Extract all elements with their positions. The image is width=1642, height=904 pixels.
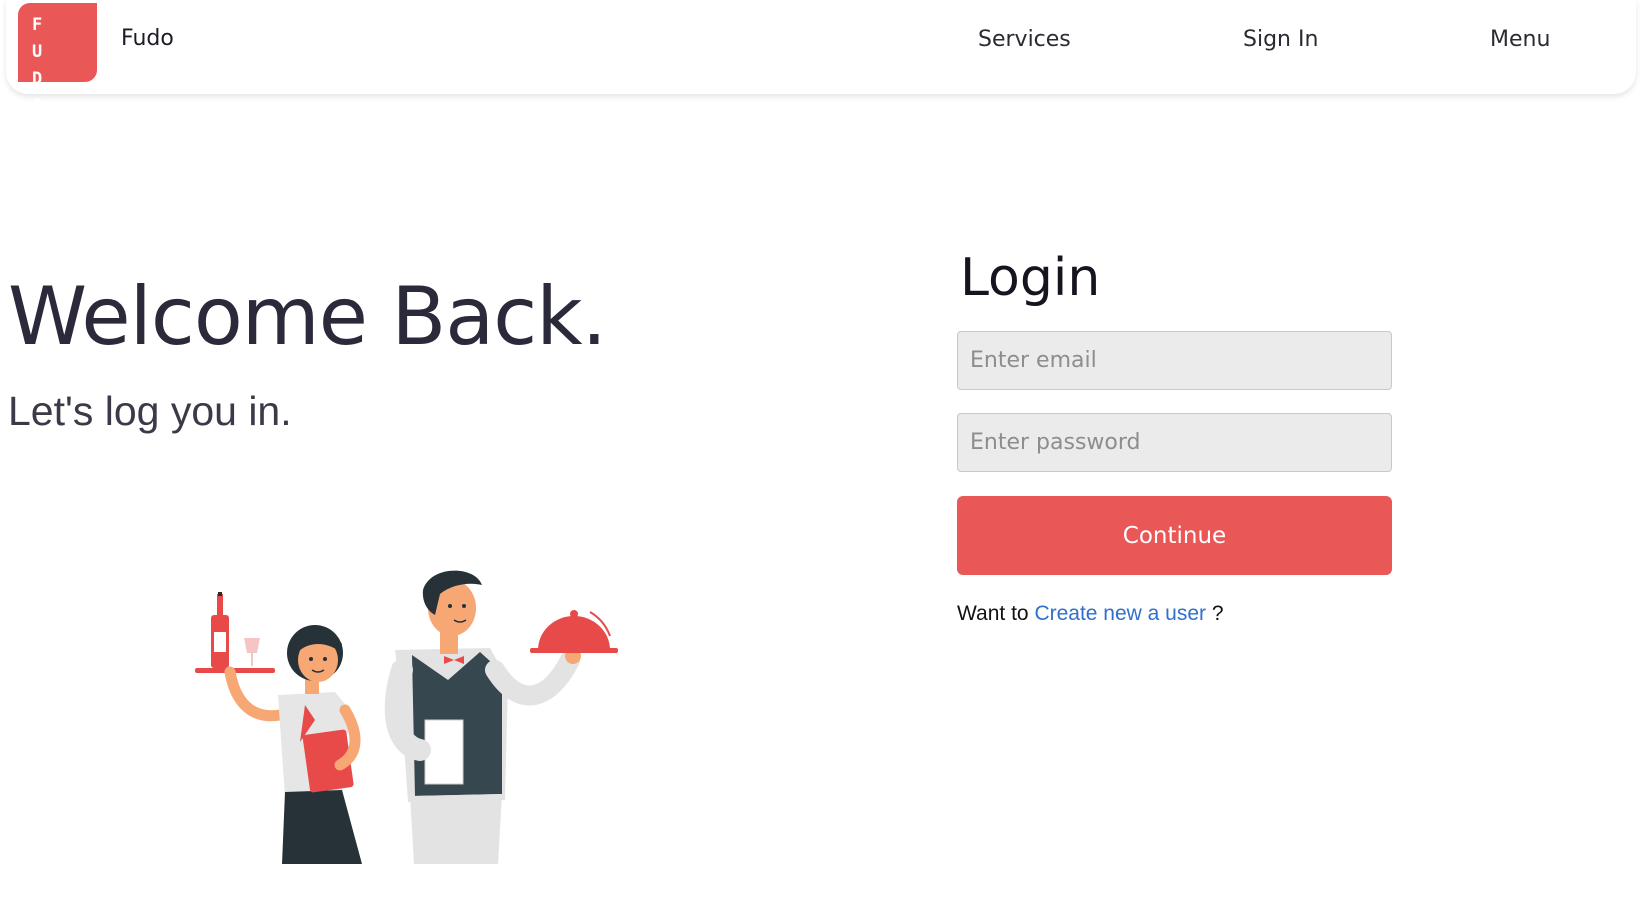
login-title: Login	[960, 248, 1101, 308]
nav-services[interactable]: Services	[978, 27, 1071, 52]
signup-prefix: Want to	[957, 602, 1029, 625]
signup-prompt: Want to Create new a user ?	[957, 602, 1224, 626]
logo-line-1: F U	[32, 15, 55, 62]
hero-subtitle: Let's log you in.	[8, 388, 292, 434]
waiters-illustration	[195, 570, 618, 864]
nav-sign-in[interactable]: Sign In	[1243, 27, 1318, 52]
signup-suffix: ?	[1211, 602, 1224, 625]
woman-waiter-figure	[195, 592, 362, 864]
email-input[interactable]	[957, 331, 1392, 390]
fudo-logo[interactable]: F U D O	[18, 3, 97, 116]
continue-button[interactable]: Continue	[957, 496, 1392, 575]
top-navbar: F U D O Fudo Services Sign In Menu	[6, 0, 1636, 116]
nav-menu[interactable]: Menu	[1490, 27, 1550, 52]
password-input[interactable]	[957, 413, 1392, 472]
create-user-link[interactable]: Create new a user	[1034, 602, 1206, 625]
logo-line-2: D O	[32, 69, 55, 116]
brand-name[interactable]: Fudo	[121, 26, 174, 51]
hero-title: Welcome Back.	[8, 270, 607, 363]
man-waiter-figure	[384, 570, 618, 864]
